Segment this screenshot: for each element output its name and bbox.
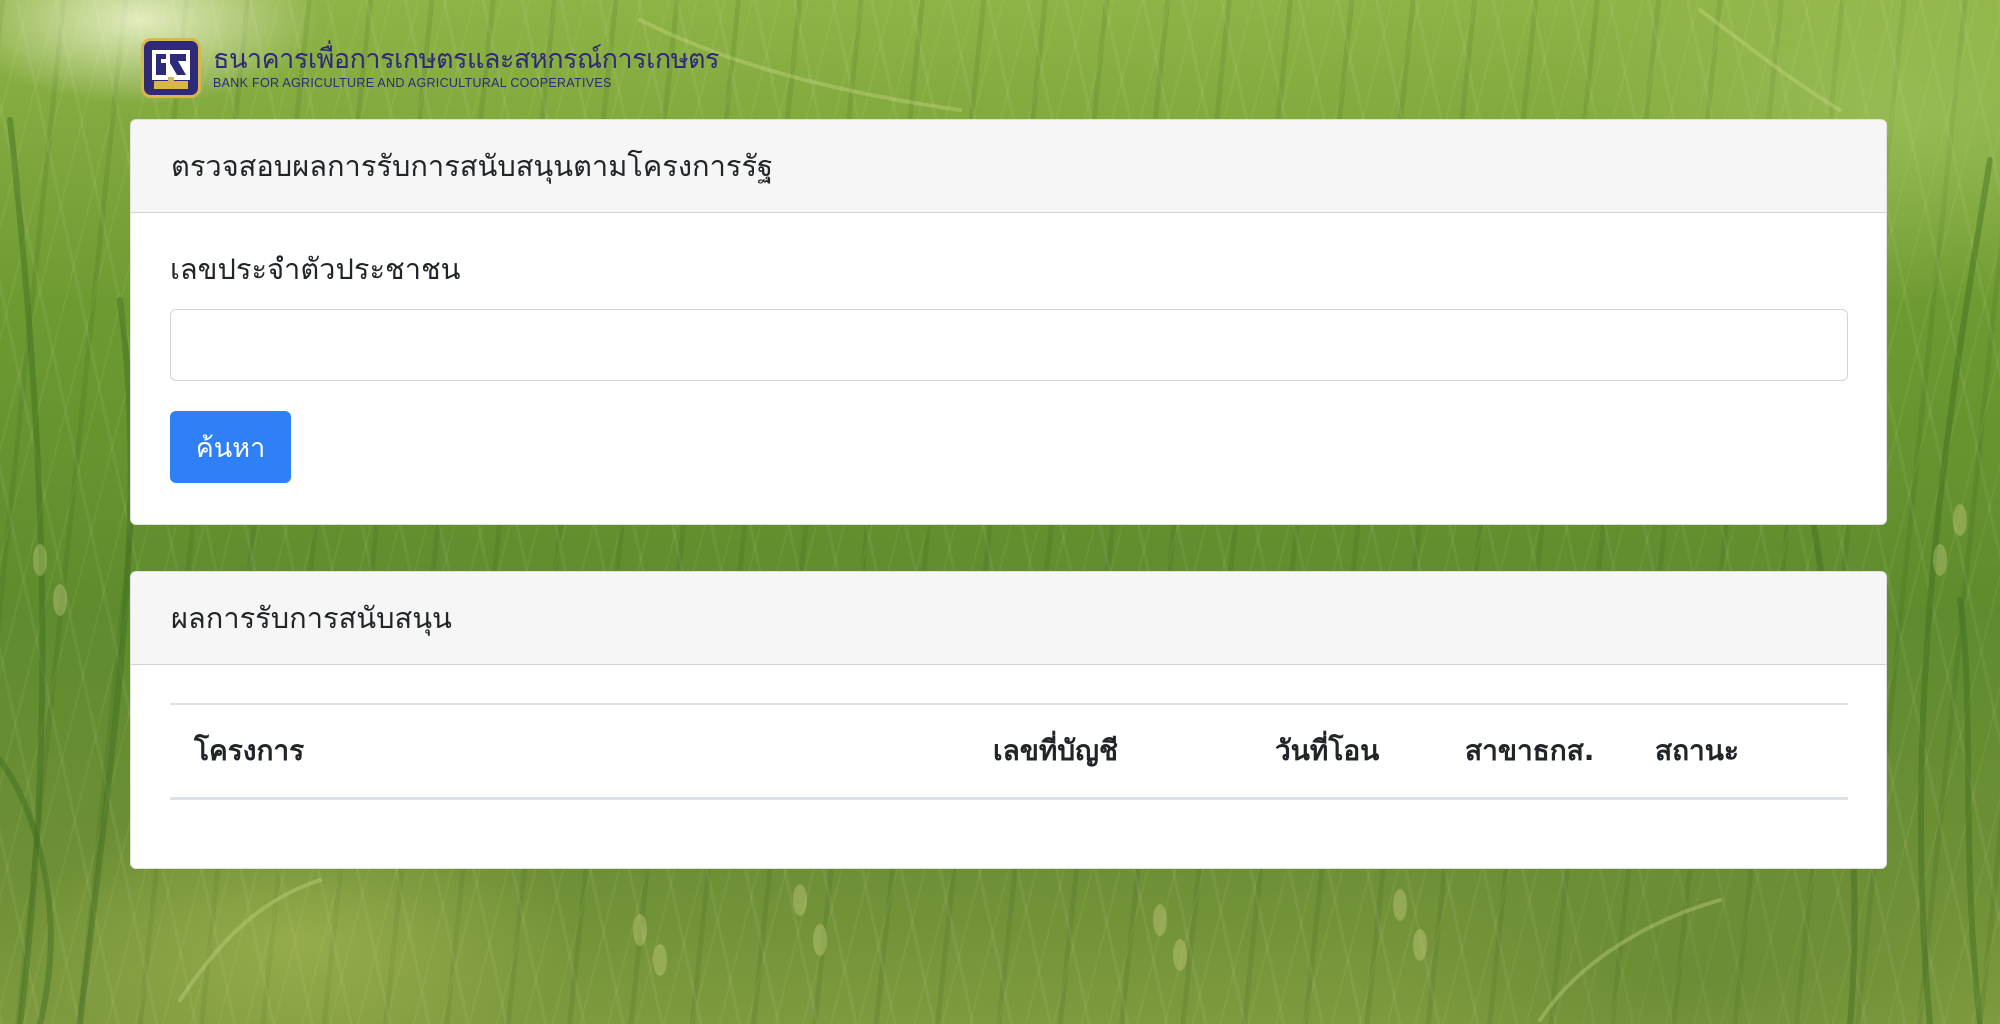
column-header-status: สถานะ bbox=[1655, 733, 1739, 767]
search-card: ตรวจสอบผลการรับการสนับสนุนตามโครงการรัฐ … bbox=[130, 119, 1887, 525]
search-card-body: เลขประจำตัวประชาชน ค้นหา bbox=[131, 213, 1886, 483]
baac-emblem-icon bbox=[141, 38, 201, 98]
citizen-id-label: เลขประจำตัวประชาชน bbox=[170, 252, 461, 286]
results-card-body: โครงการ เลขที่บัญชี วันที่โอน สาขาธกส. ส… bbox=[131, 665, 1886, 800]
citizen-id-input[interactable] bbox=[170, 309, 1848, 381]
column-header-transfer-date: วันที่โอน bbox=[1275, 733, 1380, 767]
column-header-project: โครงการ bbox=[194, 733, 305, 767]
results-card: ผลการรับการสนับสนุน โครงการ เลขที่บัญชี … bbox=[130, 571, 1887, 869]
results-table-header-row: โครงการ เลขที่บัญชี วันที่โอน สาขาธกส. ส… bbox=[170, 704, 1848, 798]
results-card-header: ผลการรับการสนับสนุน bbox=[131, 572, 1886, 665]
column-header-account-number: เลขที่บัญชี bbox=[993, 733, 1118, 767]
search-button[interactable]: ค้นหา bbox=[170, 411, 291, 483]
brand-name-english: BANK FOR AGRICULTURE AND AGRICULTURAL CO… bbox=[213, 76, 612, 91]
results-card-title: ผลการรับการสนับสนุน bbox=[171, 601, 452, 635]
search-card-header: ตรวจสอบผลการรับการสนับสนุนตามโครงการรัฐ bbox=[131, 120, 1886, 213]
brand-name-thai: ธนาคารเพื่อการเกษตรและสหกรณ์การเกษตร bbox=[213, 44, 720, 75]
column-header-branch: สาขาธกส. bbox=[1465, 733, 1595, 767]
brand-logo[interactable]: ธนาคารเพื่อการเกษตรและสหกรณ์การเกษตร BAN… bbox=[141, 38, 720, 98]
results-table: โครงการ เลขที่บัญชี วันที่โอน สาขาธกส. ส… bbox=[170, 703, 1848, 800]
search-card-title: ตรวจสอบผลการรับการสนับสนุนตามโครงการรัฐ bbox=[171, 149, 774, 183]
